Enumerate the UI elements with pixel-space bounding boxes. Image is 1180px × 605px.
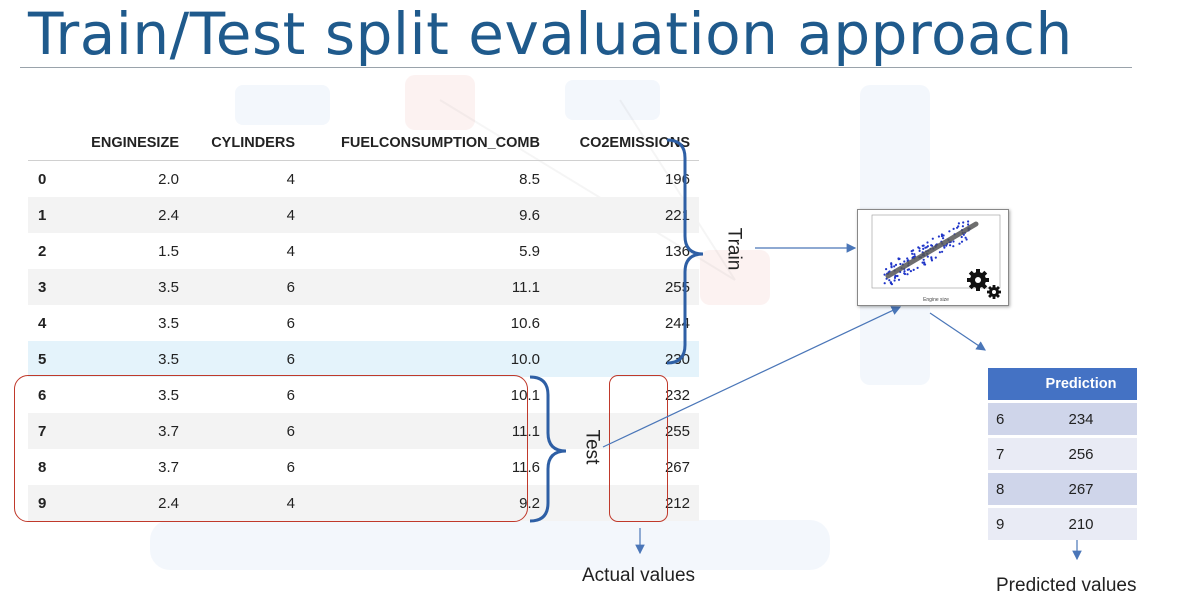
scatter-point: [883, 273, 886, 276]
scatter-point: [906, 268, 909, 271]
prediction-value: 256: [1025, 438, 1137, 470]
scatter-point: [960, 235, 963, 239]
model-to-prediction-arrow: [929, 312, 986, 351]
plot-xlabel: Engine size: [923, 297, 949, 303]
scatter-point: [893, 265, 896, 268]
scatter-point: [948, 230, 951, 233]
scatter-point: [921, 244, 924, 247]
scatter-point: [925, 246, 928, 249]
scatter-point: [912, 249, 915, 252]
prediction-column-header: Prediction: [1025, 368, 1137, 400]
scatter-point: [934, 256, 937, 259]
scatter-point: [903, 272, 906, 275]
scatter-point: [894, 274, 897, 277]
scatter-point: [937, 235, 940, 238]
scatter-point: [942, 237, 945, 240]
scatter-point: [909, 270, 912, 273]
scatter-point: [917, 246, 920, 249]
scatter-point: [885, 268, 888, 271]
scatter-point: [958, 242, 961, 245]
test-label: Test: [581, 429, 603, 465]
scatter-point: [924, 263, 927, 266]
scatter-point: [883, 282, 886, 285]
scatter-point: [894, 263, 898, 266]
predicted-values-caption: Predicted values: [996, 575, 1137, 596]
prediction-value: 234: [1025, 403, 1137, 435]
scatter-point: [916, 266, 919, 269]
scatter-point: [903, 270, 906, 273]
scatter-point: [956, 226, 959, 229]
prediction-value: 210: [1025, 508, 1137, 540]
scatter-point: [893, 279, 896, 282]
scatter-point: [930, 244, 933, 247]
scatter-point: [918, 249, 921, 252]
scatter-point: [962, 221, 965, 224]
prediction-row: 7 256: [988, 438, 1137, 470]
prediction-index: 7: [988, 438, 1025, 470]
prediction-table: Prediction 6 234 7 256 8 267 9 210: [988, 365, 1137, 543]
scatter-point: [964, 236, 967, 239]
scatter-point: [922, 247, 925, 250]
prediction-header-row: Prediction: [988, 368, 1137, 400]
train-label: Train: [723, 227, 745, 271]
test-brace: [529, 375, 567, 523]
prediction-index-header: [988, 368, 1025, 400]
scatter-point: [890, 266, 893, 269]
scatter-point: [897, 257, 900, 260]
scatter-point: [906, 273, 909, 276]
scatter-point: [888, 279, 891, 282]
scatter-point: [906, 257, 909, 260]
scatter-point: [903, 260, 906, 263]
prediction-row: 6 234: [988, 403, 1137, 435]
gear-icon: [967, 269, 989, 291]
regression-scatter-chart: Engine size: [871, 214, 1001, 303]
test-to-model-arrow: [602, 306, 902, 448]
scatter-point: [961, 225, 964, 228]
model-plot: Engine size: [857, 209, 1009, 306]
scatter-point: [942, 234, 945, 237]
train-brace: [666, 138, 704, 365]
scatter-point: [943, 246, 946, 249]
scatter-point: [926, 241, 929, 244]
scatter-point: [922, 258, 925, 261]
scatter-point: [967, 220, 970, 223]
gear-small-icon: [987, 285, 1001, 299]
scatter-point: [912, 268, 915, 271]
scatter-point: [889, 281, 892, 284]
scatter-point: [949, 244, 952, 247]
scatter-point: [952, 240, 955, 243]
scatter-point: [899, 262, 902, 266]
scatter-point: [923, 261, 926, 264]
scatter-point: [952, 227, 955, 230]
scatter-point: [897, 278, 901, 281]
scatter-point: [931, 237, 934, 240]
scatter-point: [967, 223, 970, 226]
scatter-point: [957, 222, 960, 225]
scatter-point: [938, 251, 941, 254]
prediction-value: 267: [1025, 473, 1137, 505]
actual-values-caption: Actual values: [582, 565, 696, 586]
prediction-index: 8: [988, 473, 1025, 505]
scatter-point: [960, 240, 964, 243]
scatter-point: [941, 250, 944, 253]
prediction-index: 6: [988, 403, 1025, 435]
scatter-point: [890, 263, 893, 266]
prediction-index: 9: [988, 508, 1025, 540]
scatter-point: [911, 252, 914, 255]
prediction-row: 8 267: [988, 473, 1137, 505]
scatter-point: [952, 245, 955, 248]
scatter-point: [930, 259, 934, 262]
prediction-row: 9 210: [988, 508, 1137, 540]
scatter-point: [913, 253, 916, 256]
